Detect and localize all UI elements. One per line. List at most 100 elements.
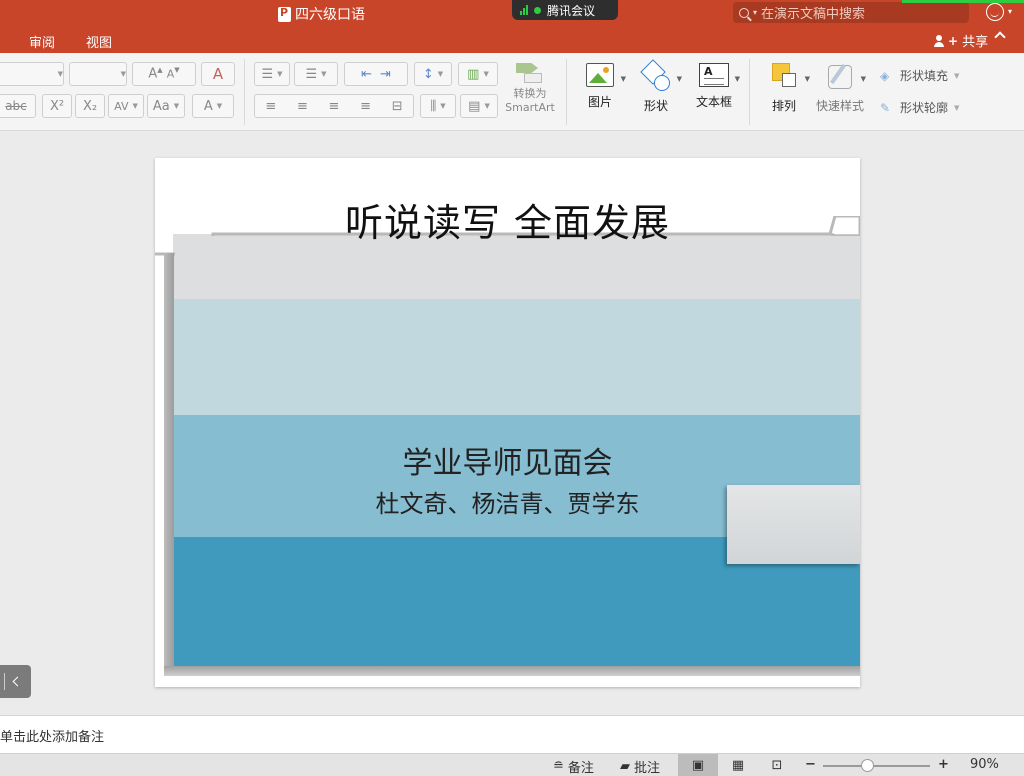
slide-title[interactable]: 听说读写 全面发展	[155, 192, 860, 247]
meeting-status-strip	[902, 0, 1024, 3]
chevron-down-icon: ▼	[484, 102, 490, 110]
change-case-label: Aa	[152, 98, 170, 114]
status-bar: ≘ 备注 ▰ 批注 ▣ ▦ ⊡ − + 90%	[0, 753, 1024, 776]
signal-bars-icon	[520, 5, 528, 15]
columns-icon: ▥	[467, 66, 480, 82]
insert-shape-button[interactable]: ▼ 形状	[628, 61, 684, 114]
chevron-down-icon: ▼	[120, 70, 126, 78]
align-right-icon[interactable]: ≡	[329, 99, 340, 114]
slide-sorter-view-button[interactable]: ▦	[718, 754, 758, 776]
search-placeholder: 在演示文稿中搜索	[761, 7, 866, 22]
tencent-meeting-indicator[interactable]: 腾讯会议	[512, 0, 618, 20]
zoom-slider-track[interactable]	[823, 765, 930, 767]
slide-subtitle[interactable]: 学业导师见面会	[155, 438, 860, 482]
quick-styles-button[interactable]: ▼ 快速样式	[812, 61, 868, 114]
notes-toggle-label: 备注	[567, 761, 594, 776]
clear-formatting-button[interactable]: A	[201, 62, 235, 86]
share-button[interactable]: + 共享	[934, 31, 988, 50]
chevron-down-icon: ▼	[132, 102, 138, 110]
notes-icon: ≘	[553, 759, 564, 774]
superscript-button[interactable]: X²	[42, 94, 72, 118]
chevron-down-icon: ▼	[440, 102, 446, 110]
text-direction-button[interactable]: ⫼ ▼	[420, 94, 456, 118]
distributed-icon[interactable]: ⊟	[392, 99, 403, 114]
textbox-icon	[699, 63, 729, 87]
panel-divider	[4, 673, 5, 690]
subscript-button[interactable]: X₂	[75, 94, 105, 118]
notes-placeholder[interactable]: 单击此处添加备注	[0, 726, 104, 745]
zoom-slider-thumb[interactable]	[861, 759, 875, 772]
subscript-label: X₂	[82, 98, 98, 114]
insert-textbox-button[interactable]: ▼ 文本框	[686, 61, 742, 110]
zoom-out-button[interactable]: −	[805, 757, 816, 772]
quick-styles-icon	[824, 61, 856, 91]
justify-icon[interactable]: ≡	[360, 99, 371, 114]
line-spacing-button[interactable]: ↕ ▼	[414, 62, 452, 86]
convert-to-smartart-button[interactable]: 转换为 SmartArt	[504, 61, 556, 115]
slide-authors[interactable]: 杜文奇、杨洁青、贾学东	[155, 484, 860, 519]
slide-band-2	[173, 299, 860, 415]
comments-toggle-label: 批注	[634, 761, 661, 776]
align-text-button[interactable]: ▤ ▼	[460, 94, 498, 118]
decrease-font-size-button[interactable]: A▼	[167, 66, 180, 81]
picture-icon	[586, 63, 614, 87]
tab-review[interactable]: 审阅	[29, 32, 55, 51]
search-box[interactable]: ▾ 在演示文稿中搜索	[733, 2, 969, 23]
normal-view-button[interactable]: ▣	[678, 754, 718, 776]
slide-editing-area[interactable]: 听说读写 全面发展 学业导师见面会 杜文奇、杨洁青、贾学东	[0, 131, 1024, 715]
insert-picture-button[interactable]: ▼ 图片	[572, 61, 628, 110]
search-options-chevron-icon[interactable]: ▾	[753, 8, 757, 17]
convert-smartart-label-2: SmartArt	[505, 101, 555, 114]
notes-pane[interactable]: 单击此处添加备注	[0, 715, 1024, 753]
picture-label: 图片	[587, 95, 612, 109]
zoom-percent[interactable]: 90%	[970, 757, 999, 772]
slide[interactable]: 听说读写 全面发展 学业导师见面会 杜文奇、杨洁青、贾学东	[155, 158, 860, 687]
notes-toggle-button[interactable]: ≘ 备注	[553, 757, 594, 776]
comments-toggle-button[interactable]: ▰ 批注	[620, 757, 660, 776]
presenter-view-button[interactable]: ⊡	[757, 754, 797, 776]
chevron-down-icon: ▼	[173, 102, 180, 110]
chevron-down-icon: ▼	[321, 70, 327, 78]
meeting-label: 腾讯会议	[547, 3, 596, 18]
numbered-list-icon: ☰	[305, 66, 318, 82]
alignment-buttons[interactable]: ≡ ≡ ≡ ≡ ⊟	[254, 94, 414, 118]
change-case-button[interactable]: Aa ▼	[147, 94, 185, 118]
arrange-label: 排列	[771, 99, 796, 113]
font-size-dropdown[interactable]: ▼	[69, 62, 127, 86]
clear-formatting-icon: A	[212, 65, 224, 83]
superscript-label: X²	[49, 98, 65, 114]
expand-thumbnails-button[interactable]	[0, 665, 31, 698]
align-text-icon: ▤	[468, 98, 481, 114]
font-name-dropdown[interactable]: ▼	[0, 62, 64, 86]
character-spacing-button[interactable]: AV ▼	[108, 94, 144, 118]
recording-dot-icon	[534, 6, 541, 14]
increase-indent-icon[interactable]: ⇥	[380, 67, 391, 82]
font-color-button[interactable]: A ▼	[192, 94, 234, 118]
font-size-grow-shrink[interactable]: A▲ A▼	[132, 62, 196, 86]
tab-view[interactable]: 视图	[86, 32, 112, 51]
shape-fill-button[interactable]: ◈ 形状填充 ▼	[880, 67, 959, 84]
ribbon-toolbar: ▼ ▼ A▲ A▼ A abc X² X₂ AV ▼ Aa ▼ A ▼ ☰ ▼ ☰ ▼ ⇤…	[0, 53, 1024, 131]
columns-button[interactable]: ▥ ▼	[458, 62, 498, 86]
document-title: 四六级口语	[278, 4, 365, 24]
feedback-smiley-icon[interactable]	[986, 3, 1004, 21]
indent-buttons[interactable]: ⇤ ⇥	[344, 62, 408, 86]
arrange-icon	[768, 61, 800, 91]
collapse-ribbon-chevron-icon[interactable]	[994, 31, 1006, 43]
strikethrough-button[interactable]: abc	[0, 94, 36, 118]
increase-font-size-button[interactable]: A▲	[148, 66, 162, 81]
zoom-in-button[interactable]: +	[938, 757, 949, 772]
numbering-button[interactable]: ☰ ▼	[294, 62, 338, 86]
bullets-button[interactable]: ☰ ▼	[254, 62, 290, 86]
align-center-icon[interactable]: ≡	[297, 99, 308, 114]
chevron-down-icon: ▼	[804, 75, 810, 83]
decrease-indent-icon[interactable]: ⇤	[361, 67, 372, 82]
search-icon	[739, 7, 749, 18]
chevron-down-icon: ▼	[57, 70, 63, 78]
chevron-left-icon	[12, 676, 23, 687]
strikethrough-label: abc	[5, 99, 27, 113]
feedback-chevron-icon[interactable]: ▾	[1008, 7, 1012, 16]
align-left-icon[interactable]: ≡	[265, 99, 276, 114]
shape-outline-button[interactable]: ✎ 形状轮廓 ▼	[880, 99, 959, 116]
arrange-button[interactable]: ▼ 排列	[756, 61, 812, 114]
